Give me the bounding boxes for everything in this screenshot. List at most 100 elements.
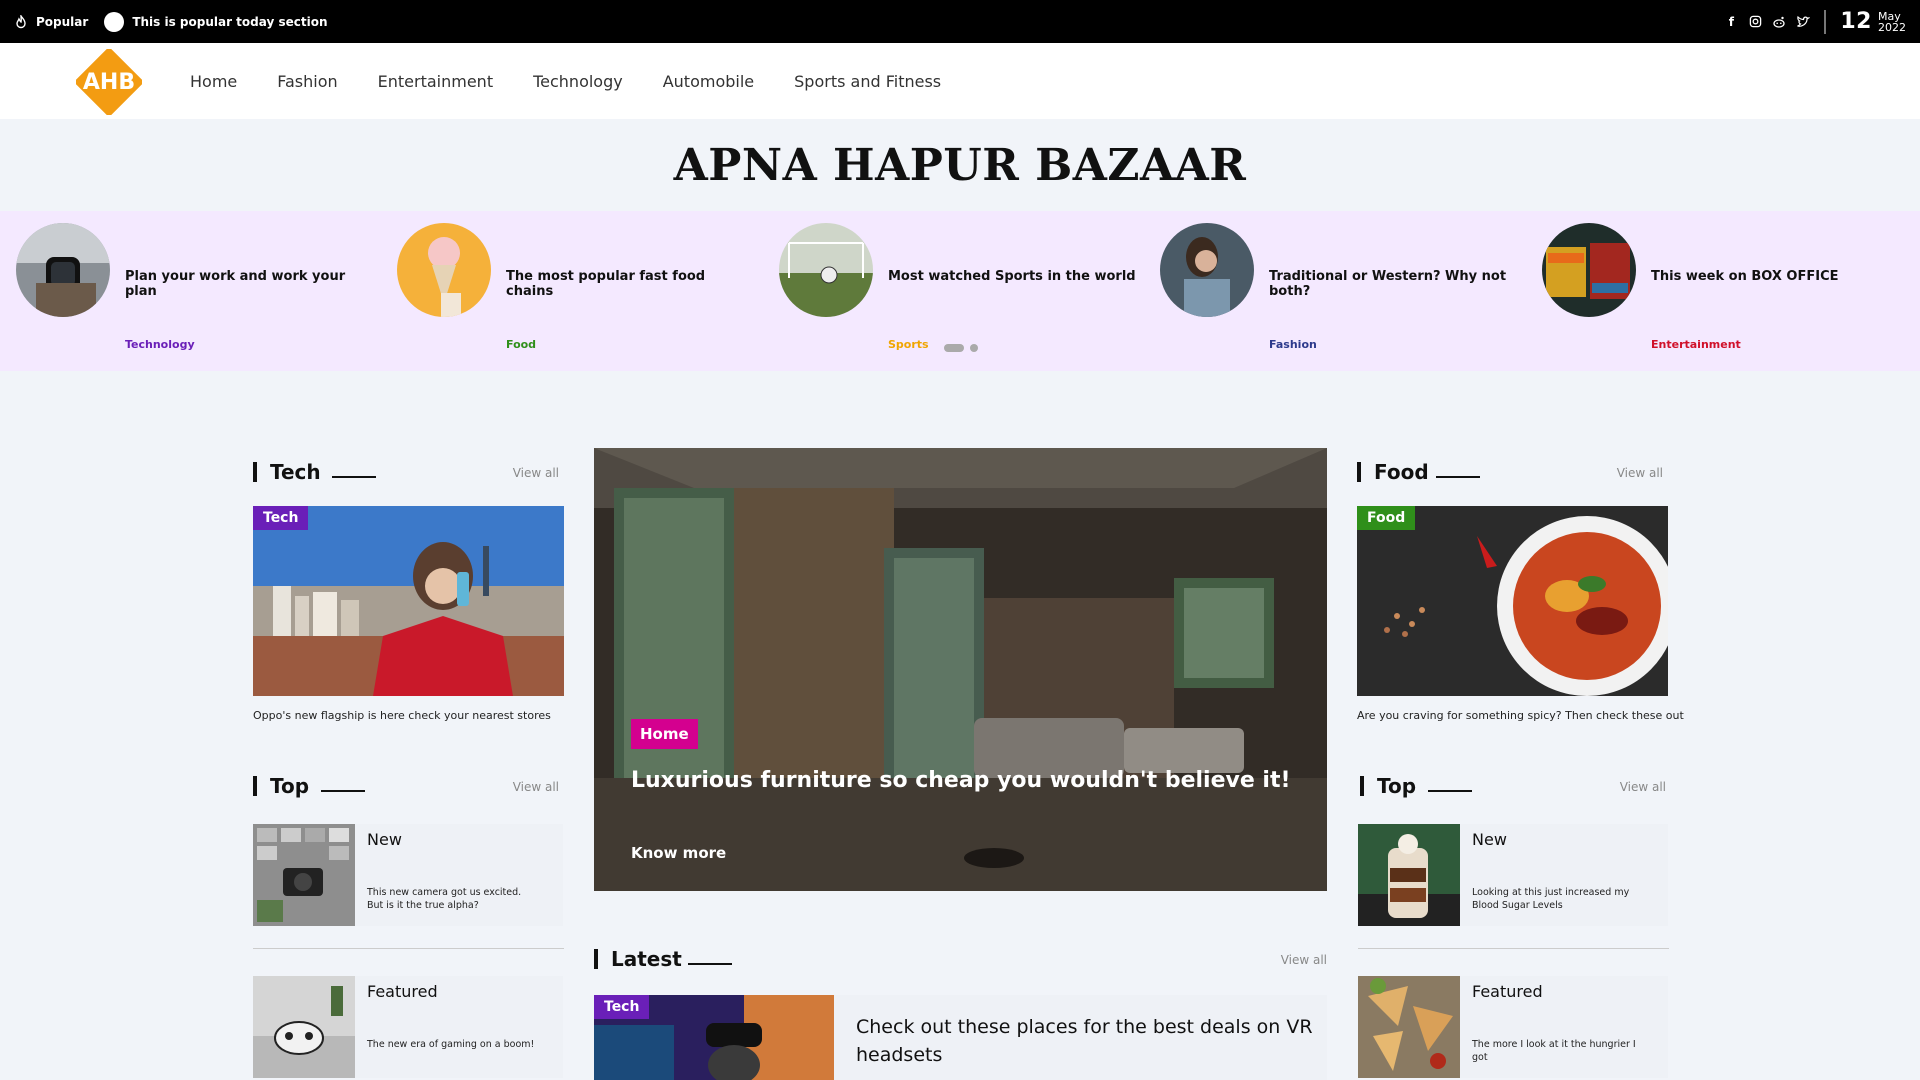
carousel-title[interactable]: Most watched Sports in the world (888, 269, 1138, 284)
view-all-link[interactable]: View all (513, 780, 559, 794)
latest-section-header: Latest View all (594, 947, 1327, 975)
instagram-icon[interactable] (1748, 15, 1762, 29)
reddit-icon[interactable] (1772, 15, 1786, 29)
carousel-category[interactable]: Food (506, 338, 536, 351)
site-title: APNA HAPUR BAZAAR (673, 139, 1247, 191)
nav-entertainment[interactable]: Entertainment (378, 72, 493, 91)
date-month-year: May 2022 (1878, 11, 1906, 33)
carousel-dot-active[interactable] (944, 344, 964, 352)
carousel-image (779, 223, 873, 317)
site-title-band: APNA HAPUR BAZAAR (0, 119, 1920, 211)
nav-menu: Home Fashion Entertainment Technology Au… (190, 43, 981, 119)
hero-image (594, 448, 1327, 891)
section-bar (1357, 462, 1361, 482)
date-year: 2022 (1878, 20, 1906, 34)
category-badge[interactable]: Tech (253, 506, 309, 530)
view-all-link[interactable]: View all (1617, 466, 1663, 480)
carousel-title[interactable]: Plan your work and work your plan (125, 269, 375, 299)
carousel-item-technology[interactable]: Plan your work and work your plan Techno… (16, 223, 376, 351)
carousel-title[interactable]: Traditional or Western? Why not both? (1269, 269, 1519, 299)
section-underline (321, 790, 365, 792)
date-display: 12 May 2022 (1840, 9, 1906, 34)
social-links: f (1724, 15, 1811, 29)
carousel-item-fashion[interactable]: Traditional or Western? Why not both? Fa… (1160, 223, 1520, 351)
item-title: Featured (367, 982, 438, 1001)
item-title: New (1472, 830, 1507, 849)
carousel-item-sports[interactable]: Most watched Sports in the world Sports (779, 223, 1139, 351)
carousel-image (1542, 223, 1636, 317)
carousel-title[interactable]: This week on BOX OFFICE (1651, 269, 1901, 284)
section-underline (688, 963, 732, 965)
item-thumbnail (253, 824, 355, 926)
item-description: The more I look at it the hungrier I got (1472, 1039, 1636, 1063)
date-month: May (1878, 9, 1901, 23)
category-badge[interactable]: Tech (594, 995, 650, 1019)
popular-carousel: Plan your work and work your plan Techno… (0, 211, 1920, 371)
section-underline (1436, 476, 1480, 478)
carousel-item-food[interactable]: The most popular fast food chains Food (397, 223, 757, 351)
date-day: 12 (1840, 9, 1872, 34)
facebook-icon[interactable]: f (1724, 15, 1738, 29)
category-badge[interactable]: Food (1357, 506, 1416, 530)
section-bar (1360, 776, 1364, 796)
section-underline (332, 476, 376, 478)
hero-title[interactable]: Luxurious furniture so cheap you wouldn'… (631, 768, 1291, 793)
divider (253, 948, 564, 949)
carousel-category[interactable]: Fashion (1269, 338, 1317, 351)
carousel-dots (944, 344, 978, 352)
nav-sports-fitness[interactable]: Sports and Fitness (794, 72, 941, 91)
main-nav: AHB Home Fashion Entertainment Technolog… (0, 43, 1920, 119)
section-title: Top (270, 774, 310, 798)
latest-title[interactable]: Check out these places for the best deal… (856, 1013, 1316, 1069)
item-description: Looking at this just increased my Blood … (1472, 887, 1630, 911)
divider (1824, 9, 1827, 34)
section-underline (1428, 790, 1472, 792)
item-thumbnail (1358, 976, 1460, 1078)
category-badge[interactable]: Home (631, 719, 698, 749)
tech-caption[interactable]: Oppo's new flagship is here check your n… (253, 709, 573, 722)
nav-technology[interactable]: Technology (533, 72, 623, 91)
view-all-link[interactable]: View all (513, 466, 559, 480)
carousel-category[interactable]: Entertainment (1651, 338, 1741, 351)
food-section-header: Food View all (1357, 460, 1663, 488)
popular-section: Popular This is popular today section (14, 0, 328, 43)
item-title: New (367, 830, 402, 849)
site-logo[interactable]: AHB (75, 48, 143, 116)
popular-text[interactable]: This is popular today section (132, 15, 327, 29)
top-right-section-header: Top View all (1360, 774, 1666, 802)
twitter-icon[interactable] (1796, 15, 1811, 29)
top-bar: Popular This is popular today section f … (0, 0, 1920, 43)
food-caption[interactable]: Are you craving for something spicy? The… (1357, 709, 1687, 722)
item-thumbnail (1358, 824, 1460, 926)
food-card-image[interactable]: Food (1357, 506, 1668, 696)
carousel-item-entertainment[interactable]: This week on BOX OFFICE Entertainment (1542, 223, 1902, 351)
carousel-category[interactable]: Technology (125, 338, 195, 351)
view-all-link[interactable]: View all (1620, 780, 1666, 794)
tech-card-image[interactable]: Tech (253, 506, 564, 696)
flame-icon (14, 13, 28, 29)
carousel-title[interactable]: The most popular fast food chains (506, 269, 756, 299)
top-right-item-new[interactable]: New Looking at this just increased my Bl… (1358, 824, 1668, 926)
logo-text: AHB (82, 69, 136, 95)
topbar-right: f 12 May 2022 (1724, 0, 1906, 43)
top-left-item-featured[interactable]: Featured The new era of gaming on a boom… (253, 976, 563, 1078)
item-thumbnail (253, 976, 355, 1078)
popular-dot-icon (104, 11, 125, 32)
carousel-category[interactable]: Sports (888, 338, 929, 351)
know-more-link[interactable]: Know more (631, 844, 726, 862)
latest-card-image[interactable]: Tech (594, 995, 834, 1080)
divider (1358, 948, 1669, 949)
section-bar (594, 949, 598, 969)
popular-label[interactable]: Popular (36, 15, 88, 29)
carousel-image (1160, 223, 1254, 317)
view-all-link[interactable]: View all (1281, 953, 1327, 967)
hero-card[interactable]: Home Luxurious furniture so cheap you wo… (594, 448, 1327, 891)
top-left-item-new[interactable]: New This new camera got us excited. But … (253, 824, 563, 926)
nav-home[interactable]: Home (190, 72, 237, 91)
nav-fashion[interactable]: Fashion (277, 72, 337, 91)
carousel-dot[interactable] (970, 344, 978, 352)
top-left-section-header: Top View all (253, 774, 559, 802)
section-title: Food (1374, 460, 1429, 484)
top-right-item-featured[interactable]: Featured The more I look at it the hungr… (1358, 976, 1668, 1078)
nav-automobile[interactable]: Automobile (663, 72, 754, 91)
